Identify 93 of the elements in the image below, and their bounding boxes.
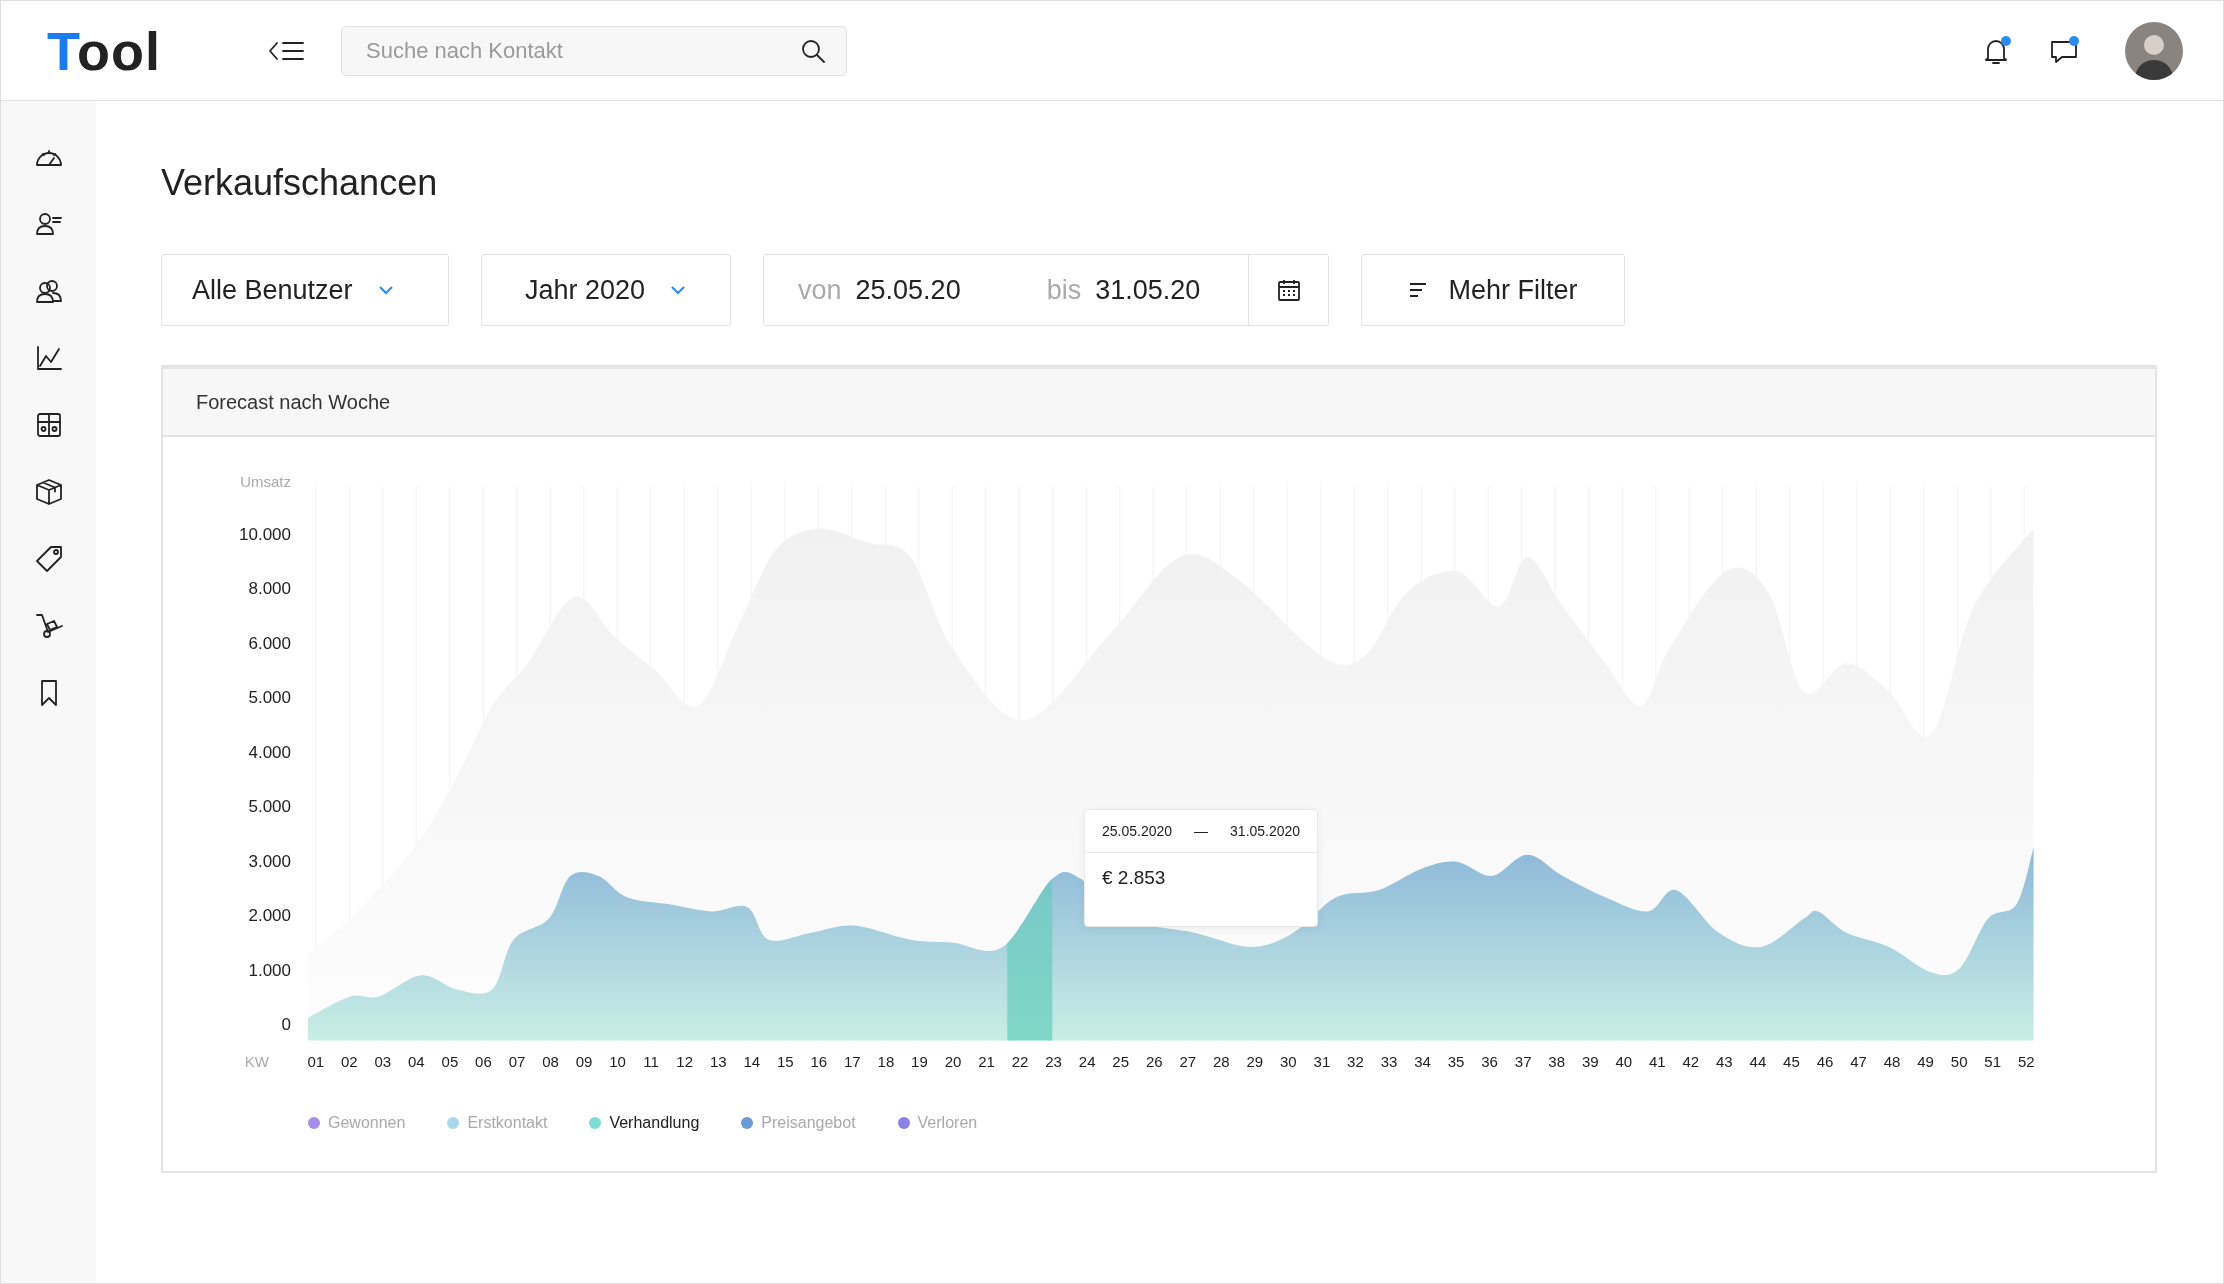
search-bar[interactable]: Suche nach Kontakt xyxy=(341,25,847,76)
x-axis-label: 07 xyxy=(507,1052,527,1070)
y-axis-label: 8.000 xyxy=(248,579,291,599)
x-axis-label: 02 xyxy=(339,1052,359,1070)
x-axis-label: 20 xyxy=(943,1052,963,1070)
x-axis-label: 23 xyxy=(1044,1052,1063,1070)
x-axis-label: 27 xyxy=(1178,1052,1198,1070)
to-label: bis xyxy=(1046,274,1082,306)
x-axis-label: 04 xyxy=(407,1052,426,1070)
from-label: von xyxy=(798,274,842,306)
y-axis-label: 4.000 xyxy=(248,742,291,763)
x-axis-label: 37 xyxy=(1513,1052,1533,1070)
to-date: 31.05.20 xyxy=(1095,274,1201,306)
tooltip-from-date: 25.05.2020 xyxy=(1102,823,1173,839)
date-range-field[interactable]: von 25.05.20 bis 31.05.20 xyxy=(763,254,1329,326)
x-axis-label: 03 xyxy=(373,1052,393,1070)
tooltip-separator: — xyxy=(1194,823,1209,839)
legend-label: Verhandlung xyxy=(609,1114,700,1132)
x-axis-label: 44 xyxy=(1748,1052,1768,1070)
x-axis-label: 40 xyxy=(1614,1052,1634,1070)
page-title: Verkaufschancen xyxy=(161,162,439,204)
tooltip-value: € 2.853 xyxy=(1101,866,1167,890)
legend-label: Preisangebot xyxy=(761,1114,856,1132)
calendar-icon xyxy=(1275,277,1302,303)
chart-title: Forecast nach Woche xyxy=(196,390,391,414)
x-axis-label: 15 xyxy=(775,1052,795,1070)
x-axis-label: 35 xyxy=(1446,1052,1466,1070)
x-axis-label: 14 xyxy=(742,1052,762,1070)
x-axis-label: 34 xyxy=(1413,1052,1432,1070)
x-axis-label: 06 xyxy=(474,1052,493,1070)
x-axis-label: 42 xyxy=(1681,1052,1701,1070)
x-axis-label: 18 xyxy=(876,1052,896,1070)
x-axis-label: 51 xyxy=(1983,1052,2003,1070)
x-axis-label: 43 xyxy=(1715,1052,1734,1070)
period-dropdown[interactable]: Jahr 2020 xyxy=(481,254,731,326)
user-dropdown[interactable]: Alle Benutzer xyxy=(161,254,449,326)
x-axis-label: 21 xyxy=(977,1052,996,1070)
x-axis-label: 46 xyxy=(1815,1052,1835,1070)
x-axis-label: 17 xyxy=(843,1052,862,1070)
x-axis-label: 22 xyxy=(1010,1052,1030,1070)
x-axis-label: 08 xyxy=(541,1052,560,1070)
y-axis-title: Umsatz xyxy=(240,473,291,490)
x-axis-label: 33 xyxy=(1379,1052,1399,1070)
avatar[interactable] xyxy=(2125,21,2183,80)
logo: Tool xyxy=(47,19,162,82)
legend-item[interactable]: Verhandlung xyxy=(589,1114,700,1132)
x-axis-label: 31 xyxy=(1312,1052,1332,1070)
x-axis-label: 10 xyxy=(608,1052,627,1070)
x-axis-label: 01 xyxy=(306,1052,326,1070)
x-axis-label: 47 xyxy=(1849,1052,1868,1070)
x-axis-label: 09 xyxy=(574,1052,594,1070)
x-axis-label: 11 xyxy=(642,1052,660,1070)
y-axis-label: 5.000 xyxy=(248,688,291,708)
x-axis-label: 13 xyxy=(708,1052,728,1070)
x-axis-label: 45 xyxy=(1782,1052,1801,1070)
x-axis-label: 49 xyxy=(1916,1052,1935,1070)
y-axis-label: 6.000 xyxy=(248,633,291,654)
search-field[interactable]: Suche nach Kontakt xyxy=(366,27,800,74)
search-icon xyxy=(800,37,826,64)
x-axis-label: 28 xyxy=(1211,1052,1231,1070)
x-axis-label: 38 xyxy=(1547,1052,1567,1070)
y-axis-label: 0 xyxy=(281,1015,291,1035)
more-filters-button[interactable]: Mehr Filter xyxy=(1361,254,1625,326)
chevron-down-icon xyxy=(376,284,395,296)
x-axis-label: 32 xyxy=(1346,1052,1365,1070)
y-axis-label: 1.000 xyxy=(248,960,291,981)
x-axis-label: 50 xyxy=(1949,1052,1969,1070)
x-axis-label: 29 xyxy=(1245,1052,1265,1070)
x-axis-label: 52 xyxy=(2016,1052,2036,1070)
y-axis-label: 2.000 xyxy=(248,906,291,926)
x-axis-label: 19 xyxy=(910,1052,929,1070)
chevron-down-icon xyxy=(669,284,688,296)
x-axis-label: 26 xyxy=(1144,1052,1164,1070)
x-axis-title: KW xyxy=(244,1052,269,1070)
x-axis-label: 25 xyxy=(1111,1052,1131,1070)
x-axis-label: 16 xyxy=(809,1052,829,1070)
x-axis-label: 39 xyxy=(1580,1052,1600,1070)
y-axis-label: 10.000 xyxy=(239,524,291,545)
x-axis-label: 24 xyxy=(1077,1052,1097,1070)
x-axis-label: 41 xyxy=(1647,1052,1667,1070)
x-axis-label: 12 xyxy=(675,1052,695,1070)
legend-label: Gewonnen xyxy=(328,1114,406,1132)
x-axis-label: 48 xyxy=(1882,1052,1902,1070)
tooltip-to-date: 31.05.2020 xyxy=(1230,823,1301,839)
x-axis-label: 30 xyxy=(1279,1052,1298,1070)
legend-label: Verloren xyxy=(917,1114,978,1132)
x-axis-label: 05 xyxy=(440,1052,460,1070)
filter-lines-icon xyxy=(1408,282,1429,298)
x-axis-label: 36 xyxy=(1480,1052,1499,1070)
from-date: 25.05.20 xyxy=(855,274,961,306)
y-axis-label: 5.000 xyxy=(248,797,291,817)
y-axis-label: 3.000 xyxy=(248,851,291,872)
legend-label: Erstkontakt xyxy=(467,1114,548,1132)
